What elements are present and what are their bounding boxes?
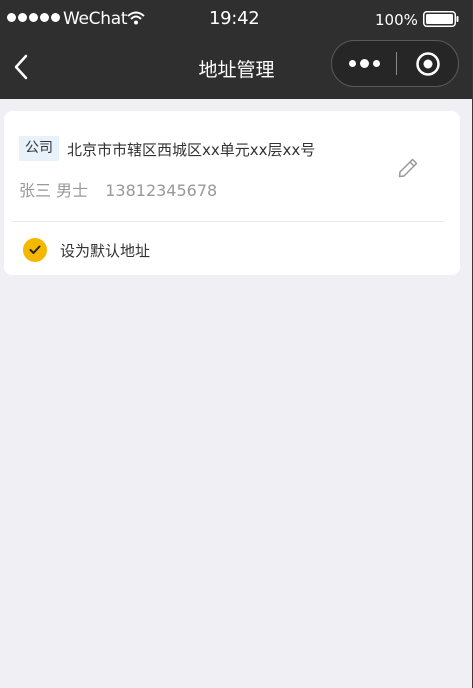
address-card[interactable]: 公司 北京市市辖区西城区xx单元xx层xx号 张三 男士 13812345678… <box>4 111 460 275</box>
mini-program-capsule <box>331 40 459 87</box>
close-button[interactable] <box>397 41 459 86</box>
contact-info: 张三 男士 13812345678 <box>19 177 217 201</box>
more-dots-icon <box>348 60 356 67</box>
nav-bar: 地址管理 <box>0 40 473 99</box>
default-address-label[interactable]: 设为默认地址 <box>60 240 150 261</box>
battery-percent: 100% <box>375 11 418 29</box>
address-tag: 公司 <box>19 136 59 161</box>
carrier-label: WeChat <box>63 9 128 29</box>
contact-name: 张三 <box>19 181 52 200</box>
default-checkbox[interactable] <box>23 238 47 262</box>
contact-gender: 男士 <box>56 181 89 200</box>
battery-icon <box>423 11 459 27</box>
target-close-icon <box>416 51 440 76</box>
card-divider <box>12 221 444 222</box>
pencil-icon[interactable] <box>396 156 420 180</box>
contact-phone: 13812345678 <box>105 181 218 200</box>
clock: 19:42 <box>209 8 260 29</box>
status-bar: WeChat 19:42 100% <box>0 0 473 40</box>
signal-dots-icon <box>7 13 60 22</box>
wifi-icon <box>127 11 145 25</box>
address-text: 北京市市辖区西城区xx单元xx层xx号 <box>67 141 316 159</box>
more-button[interactable] <box>332 41 396 86</box>
check-icon <box>29 245 41 254</box>
